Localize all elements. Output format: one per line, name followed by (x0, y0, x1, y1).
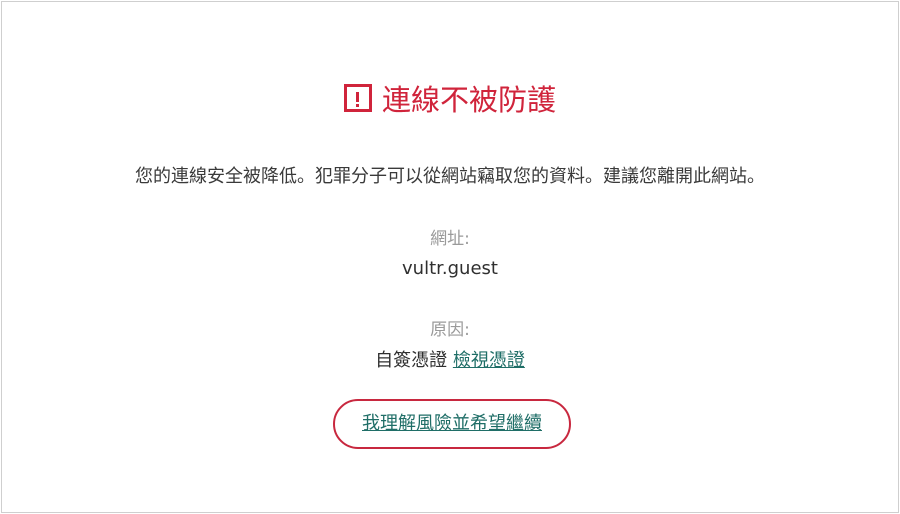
reason-label: 原因: (430, 320, 470, 340)
reason-value: 自簽憑證 (375, 350, 448, 371)
url-value: vultr.guest (402, 258, 498, 279)
url-label: 網址: (430, 229, 470, 249)
warning-message: 您的連線安全被降低。犯罪分子可以從網站竊取您的資料。建議您離開此網站。 (135, 166, 765, 187)
proceed-anyway-link[interactable]: 我理解風險並希望繼續 (362, 411, 542, 437)
title-row: 連線不被防護 (2, 80, 898, 120)
reason-row: 自簽憑證 檢視憑證 (2, 348, 898, 374)
warning-page: 連線不被防護 您的連線安全被降低。犯罪分子可以從網站竊取您的資料。建議您離開此網… (1, 1, 899, 513)
page-title: 連線不被防護 (381, 83, 556, 117)
proceed-highlight-outline: 我理解風險並希望繼續 (333, 399, 571, 449)
exclamation-box-icon (343, 84, 372, 112)
view-certificate-link[interactable]: 檢視憑證 (453, 350, 525, 371)
